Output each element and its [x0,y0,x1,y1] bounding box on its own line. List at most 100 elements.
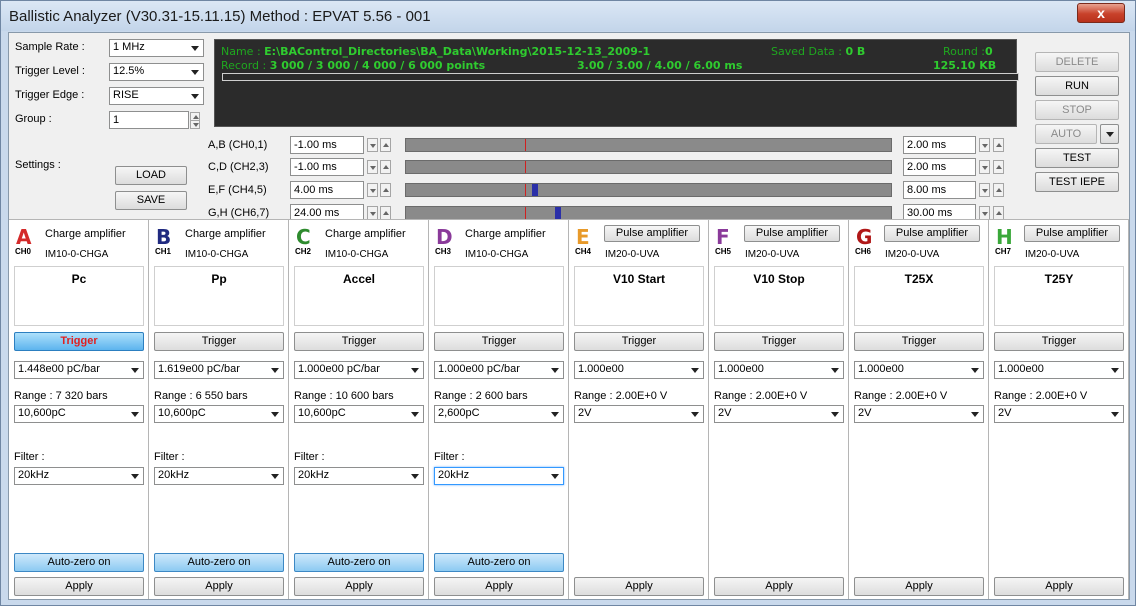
trigger-button[interactable]: Trigger [154,332,284,351]
apply-button[interactable]: Apply [854,577,984,596]
range-select[interactable]: 2V [714,405,844,423]
stop-button[interactable]: STOP [1035,100,1119,120]
window-end-up-button[interactable] [993,206,1004,220]
channel-name-field[interactable] [434,266,564,326]
sensitivity-select[interactable]: 1.000e00 pC/bar [294,361,424,379]
range-label: Range : 10 600 bars [294,390,394,402]
apply-button[interactable]: Apply [434,577,564,596]
window-start-input[interactable]: -1.00 ms [290,158,364,176]
window-start-down-button[interactable] [367,206,378,220]
filter-select[interactable]: 20kHz [154,467,284,485]
window-end-down-button[interactable] [979,183,990,197]
window-end-input[interactable]: 2.00 ms [903,136,976,154]
filter-select[interactable]: 20kHz [294,467,424,485]
test-iepe-button[interactable]: TEST IEPE [1035,172,1119,192]
amplifier-type-button[interactable]: Pulse amplifier [1024,225,1120,242]
window-marker[interactable] [532,184,538,196]
channel-name-field[interactable]: Accel [294,266,424,326]
channel-name-field[interactable]: Pc [14,266,144,326]
close-button[interactable]: x [1077,3,1125,23]
channel-name-field[interactable]: T25X [854,266,984,326]
amplifier-type-button[interactable]: Pulse amplifier [604,225,700,242]
window-end-down-button[interactable] [979,206,990,220]
window-end-input[interactable]: 2.00 ms [903,158,976,176]
channel-name-field[interactable]: T25Y [994,266,1124,326]
chevron-down-icon [370,212,376,216]
trigger-button[interactable]: Trigger [434,332,564,351]
apply-button[interactable]: Apply [994,577,1124,596]
sensitivity-select[interactable]: 1.000e00 [994,361,1124,379]
trigger-button[interactable]: Trigger [574,332,704,351]
window-start-up-button[interactable] [380,206,391,220]
window-start-down-button[interactable] [367,138,378,152]
trigger-button[interactable]: Trigger [14,332,144,351]
range-select[interactable]: 10,600pC [294,405,424,423]
sensitivity-select[interactable]: 1.619e00 pC/bar [154,361,284,379]
sample-rate-select[interactable]: 1 MHz [109,39,204,57]
window-marker[interactable] [555,207,561,219]
window-start-input[interactable]: 4.00 ms [290,181,364,199]
trigger-level-select[interactable]: 12.5% [109,63,204,81]
channel-name-field[interactable]: Pp [154,266,284,326]
window-end-input[interactable]: 8.00 ms [903,181,976,199]
range-select[interactable]: 2V [574,405,704,423]
sensitivity-select[interactable]: 1.000e00 [714,361,844,379]
channel-name-field[interactable]: V10 Stop [714,266,844,326]
amplifier-type-button[interactable]: Pulse amplifier [744,225,840,242]
window-end-up-button[interactable] [993,160,1004,174]
group-input[interactable]: 1 [109,111,189,129]
save-button[interactable]: SAVE [115,191,187,210]
range-select[interactable]: 10,600pC [14,405,144,423]
apply-button[interactable]: Apply [154,577,284,596]
filter-select[interactable]: 20kHz [434,467,564,485]
window-start-up-button[interactable] [380,138,391,152]
sensitivity-select[interactable]: 1.000e00 pC/bar [434,361,564,379]
trigger-button[interactable]: Trigger [714,332,844,351]
trigger-edge-select[interactable]: RISE [109,87,204,105]
window-start-down-button[interactable] [367,183,378,197]
channel-id: CH6 [855,247,872,256]
auto-zero-button[interactable]: Auto-zero on [14,553,144,572]
auto-zero-button[interactable]: Auto-zero on [434,553,564,572]
window-start-down-button[interactable] [367,160,378,174]
time-window-slider[interactable] [405,206,892,220]
auto-dropdown-button[interactable] [1100,124,1119,144]
group-down-button[interactable] [190,120,200,129]
time-window-slider[interactable] [405,138,892,152]
range-select[interactable]: 2V [994,405,1124,423]
trigger-button[interactable]: Trigger [994,332,1124,351]
sensitivity-select[interactable]: 1.000e00 [854,361,984,379]
window-end-down-button[interactable] [979,160,990,174]
range-select[interactable]: 2,600pC [434,405,564,423]
sensitivity-select[interactable]: 1.448e00 pC/bar [14,361,144,379]
apply-button[interactable]: Apply [574,577,704,596]
auto-button[interactable]: AUTO [1035,124,1097,144]
delete-button[interactable]: DELETE [1035,52,1119,72]
channel-name-field[interactable]: V10 Start [574,266,704,326]
window-end-up-button[interactable] [993,183,1004,197]
filter-select[interactable]: 20kHz [14,467,144,485]
window-start-up-button[interactable] [380,160,391,174]
amplifier-type-button[interactable]: Pulse amplifier [884,225,980,242]
window-end-up-button[interactable] [993,138,1004,152]
test-button[interactable]: TEST [1035,148,1119,168]
window-start-input[interactable]: -1.00 ms [290,136,364,154]
time-window-slider[interactable] [405,183,892,197]
group-label: Group : [15,113,52,125]
window-end-down-button[interactable] [979,138,990,152]
range-select[interactable]: 10,600pC [154,405,284,423]
apply-button[interactable]: Apply [714,577,844,596]
trigger-button[interactable]: Trigger [294,332,424,351]
amplifier-model: IM10-0-CHGA [325,249,389,260]
range-select[interactable]: 2V [854,405,984,423]
window-start-up-button[interactable] [380,183,391,197]
apply-button[interactable]: Apply [294,577,424,596]
run-button[interactable]: RUN [1035,76,1119,96]
trigger-button[interactable]: Trigger [854,332,984,351]
load-button[interactable]: LOAD [115,166,187,185]
time-window-slider[interactable] [405,160,892,174]
auto-zero-button[interactable]: Auto-zero on [154,553,284,572]
sensitivity-select[interactable]: 1.000e00 [574,361,704,379]
auto-zero-button[interactable]: Auto-zero on [294,553,424,572]
apply-button[interactable]: Apply [14,577,144,596]
